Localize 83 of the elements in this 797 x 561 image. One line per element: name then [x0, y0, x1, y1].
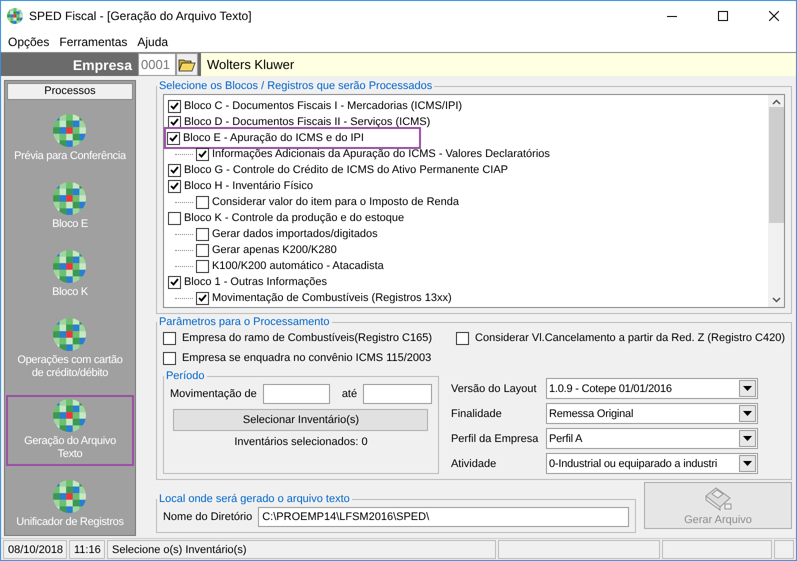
- checkbox[interactable]: [196, 196, 209, 208]
- menu-item[interactable]: Ajuda: [132, 34, 174, 48]
- checkbox[interactable]: [162, 332, 176, 344]
- tree-item[interactable]: Informações Adicionais da Apuração do ICMS - Valores Declaratórios: [212, 148, 550, 160]
- dropdown[interactable]: 0-Industrial ou equiparado a industri: [546, 453, 758, 474]
- globe-icon: [53, 114, 86, 147]
- inventory-count: Inventários selecionados: 0: [234, 436, 368, 448]
- checkbox[interactable]: [168, 212, 181, 224]
- menu-item[interactable]: Ferramentas: [54, 34, 132, 48]
- size-grip: [774, 540, 794, 559]
- tree-item[interactable]: Bloco G - Controle do Crédito de ICMS do Ativo Permanente CIAP: [184, 164, 508, 176]
- checkbox[interactable]: [166, 132, 180, 144]
- dropdown[interactable]: Perfil A: [546, 428, 758, 449]
- checkbox[interactable]: [168, 100, 181, 112]
- checkbox[interactable]: [168, 164, 181, 176]
- tree-item[interactable]: Gerar dados importados/digitados: [212, 228, 378, 240]
- select-inventory-button[interactable]: Selecionar Inventário(s): [173, 409, 428, 431]
- checkbox[interactable]: [168, 116, 181, 128]
- tree-item[interactable]: Bloco H - Inventário Físico: [184, 180, 313, 192]
- scrollbar[interactable]: [768, 95, 784, 307]
- option-label: Empresa se enquadra no convênio ICMS 115/2003: [182, 352, 432, 364]
- checkbox[interactable]: [168, 180, 181, 192]
- tree-item[interactable]: Gerar apenas K200/K280: [212, 244, 337, 256]
- caret-icon: [742, 411, 752, 416]
- checkbox[interactable]: [196, 292, 209, 304]
- field-label: Versão do Layout: [450, 382, 538, 394]
- date-to-field[interactable]: [363, 384, 432, 404]
- tree-item[interactable]: Bloco E - Apuração do ICMS e do IPI: [182, 132, 364, 144]
- group-title: Local onde será gerado o arquivo texto: [158, 493, 351, 505]
- group-title: Período: [164, 370, 206, 382]
- field-label: até: [342, 388, 358, 400]
- scroll-up-icon: [772, 99, 780, 105]
- disk-icon: [703, 486, 733, 512]
- sidebar-title: Processos: [7, 83, 133, 100]
- directory-field[interactable]: C:\PROEMP14\LFSM2016\SPED\: [258, 507, 629, 527]
- option-label: Empresa do ramo de Combustíveis(Registro C165): [182, 332, 432, 344]
- globe-icon: [7, 8, 23, 24]
- group-title: Selecione os Blocos / Registros que serão Processados: [158, 80, 434, 92]
- open-folder-button[interactable]: [176, 53, 198, 76]
- checkbox[interactable]: [196, 228, 209, 240]
- caret-icon: [742, 436, 752, 441]
- status-time: 11:16: [69, 540, 105, 559]
- field-label: Finalidade: [450, 408, 503, 420]
- globe-icon: [53, 318, 86, 351]
- scroll-down-icon: [772, 297, 780, 303]
- checkbox[interactable]: [196, 244, 209, 256]
- dropdown[interactable]: Remessa Original: [546, 403, 758, 424]
- tree-item[interactable]: Bloco 1 - Outras Informações: [184, 276, 328, 288]
- checkbox[interactable]: [162, 352, 176, 364]
- group-title: Parâmetros para o Processamento: [158, 316, 331, 328]
- checkbox[interactable]: [196, 260, 209, 272]
- field-label: Perfil da Empresa: [450, 432, 540, 444]
- field-label: Movimentação de: [170, 388, 257, 400]
- field-label: Atividade: [450, 458, 498, 470]
- dropdown[interactable]: 1.0.9 - Cotepe 01/01/2016: [546, 378, 758, 399]
- globe-icon: [53, 182, 86, 215]
- option-label: Considerar Vl.Cancelamento a partir da Red. Z (Registro C420): [475, 332, 785, 344]
- globe-icon: [53, 399, 86, 432]
- status-message: Selecione o(s) Inventário(s): [107, 540, 496, 559]
- company-name-field[interactable]: Wolters Kluwer: [201, 53, 796, 76]
- tree-item[interactable]: K100/K200 automático - Atacadista: [212, 260, 384, 272]
- status-date: 08/10/2018: [3, 540, 67, 559]
- tree-item[interactable]: Bloco C - Documentos Fiscais I - Mercadorias (ICMS/IPI): [184, 100, 462, 112]
- caret-icon: [742, 386, 752, 391]
- folder-icon: [178, 57, 196, 72]
- tree-item[interactable]: Considerar valor do item para o Imposto de Renda: [212, 196, 459, 208]
- checkbox[interactable]: [196, 148, 209, 160]
- window-title: SPED Fiscal - [Geração do Arquivo Texto]: [29, 9, 253, 23]
- field-label: Nome do Diretório: [162, 511, 252, 523]
- globe-icon: [53, 480, 86, 513]
- maximize-icon: [718, 11, 728, 21]
- globe-icon: [53, 250, 86, 283]
- company-code-field[interactable]: 0001: [138, 53, 176, 76]
- menu-item[interactable]: Opções: [3, 34, 54, 48]
- caret-icon: [742, 461, 752, 466]
- company-label: Empresa: [72, 56, 134, 72]
- date-from-field[interactable]: [262, 384, 330, 404]
- tree-item[interactable]: Movimentação de Combustíveis (Registros 13xx): [212, 292, 452, 304]
- tree-item[interactable]: Bloco D - Documentos Fiscais II - Serviços (ICMS): [184, 116, 430, 128]
- tree-item[interactable]: Bloco K - Controle da produção e do estoque: [184, 212, 404, 224]
- checkbox[interactable]: [456, 332, 470, 344]
- checkbox[interactable]: [168, 276, 181, 288]
- close-icon: [768, 11, 778, 21]
